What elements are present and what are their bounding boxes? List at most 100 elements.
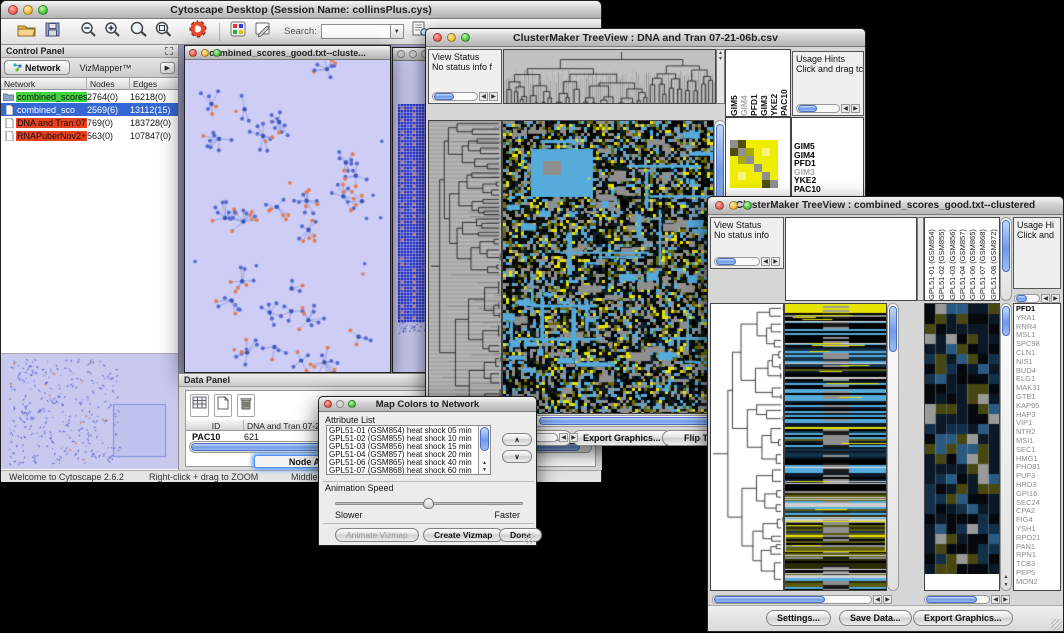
tv1-export-graphics-button[interactable]: Export Graphics... — [572, 430, 672, 446]
zoom-button[interactable] — [213, 49, 221, 57]
tv2-detail-heatmap[interactable] — [924, 303, 1000, 591]
matrix-cell — [746, 140, 754, 148]
search-dropdown-arrow[interactable]: ▼ — [391, 24, 404, 39]
minimize-button[interactable] — [201, 49, 209, 57]
tv2-heatmap-vscroll[interactable] — [887, 303, 899, 591]
attribute-list-label: Attribute List — [325, 415, 375, 425]
tv1-heatmap[interactable] — [502, 120, 714, 414]
tv2-resize-grip[interactable] — [1051, 619, 1062, 630]
matrix-cell — [754, 140, 762, 148]
tv1-hints-scrollbar[interactable]: ◀▶ — [796, 103, 860, 113]
network-overview-canvas[interactable] — [1, 354, 178, 470]
tv1-row-dendrogram[interactable] — [428, 120, 502, 414]
network-table-row[interactable]: DNA and Tran 07769(0)183728(0) — [1, 116, 178, 129]
matrix-cell — [730, 156, 738, 164]
zoom-button[interactable] — [38, 5, 48, 15]
tv2-column-labels: GPL51-01 (GSM854)GPL51-02 (GSM855)GPL51-… — [924, 217, 1000, 301]
network-name: combined_sco — [16, 105, 76, 115]
tv1-column-dendrogram[interactable] — [503, 49, 716, 104]
attribute-list-item[interactable]: GPL51-07 (GSM868) heat shock 60 min — [327, 467, 490, 475]
zoom-out-icon[interactable] — [80, 21, 97, 43]
tv2-heatmap[interactable] — [784, 303, 887, 591]
tv2-hints-scrollbar[interactable]: ◀▶ — [1014, 293, 1060, 303]
tv2-status-scrollbar[interactable]: ◀▶ — [714, 256, 780, 266]
tv2-export-graphics-button[interactable]: Export Graphics... — [913, 610, 1013, 626]
annotation-icon[interactable] — [255, 21, 272, 42]
network-table-row[interactable]: RNAPuberNov2+I563(0)107847(0) — [1, 129, 178, 142]
matrix-cell — [770, 156, 778, 164]
tv2-button-bar: Settings... Save Data... Export Graphics… — [708, 605, 1063, 631]
zoom-button[interactable] — [461, 33, 470, 42]
tv2-bottom-scrollbar-left[interactable]: ◀▶ — [712, 594, 892, 604]
tv2-column-dendrogram[interactable] — [785, 217, 917, 301]
zoom-button[interactable] — [348, 400, 356, 408]
tv2-save-data-button[interactable]: Save Data... — [839, 610, 912, 626]
close-button[interactable] — [8, 5, 18, 15]
network-overview-panel[interactable] — [1, 353, 178, 469]
matrix-cell — [770, 164, 778, 172]
float-panel-icon[interactable] — [165, 47, 173, 55]
tab-vizmapper[interactable]: VizMapper™ — [70, 60, 142, 75]
tab-network[interactable]: Network — [4, 60, 70, 75]
treeview2-titlebar[interactable]: ClusterMaker TreeView : combined_scores_… — [708, 197, 1063, 215]
matrix-cell — [770, 140, 778, 148]
control-panel-tabs: Network VizMapper™ ▶ — [1, 58, 178, 78]
vizmapper-icon[interactable] — [230, 21, 246, 42]
tv1-status-scrollbar[interactable]: ◀▶ — [432, 91, 498, 101]
help-icon[interactable] — [189, 20, 207, 43]
minimize-button[interactable] — [409, 50, 417, 58]
tv2-bottom-scrollbar-right[interactable]: ◀▶ — [924, 594, 1010, 604]
delete-attribute-icon[interactable] — [237, 394, 255, 417]
slider-thumb[interactable] — [423, 498, 434, 509]
tv1-usage-hints: Usage Hints Click and drag tc ◀▶ — [792, 51, 864, 116]
create-vizmap-button[interactable]: Create Vizmap — [423, 528, 503, 542]
zoom-fit-icon[interactable] — [154, 21, 172, 43]
col-network: Network — [1, 78, 87, 89]
folder-icon — [3, 92, 14, 101]
dialog-titlebar[interactable]: Map Colors to Network — [319, 397, 536, 412]
tv2-detail-vscroll[interactable]: ▲ ▼ — [1000, 303, 1012, 591]
network-table-row[interactable]: combined_scores2764(0)16218(0) — [1, 90, 178, 103]
main-titlebar[interactable]: Cytoscape Desktop (Session Name: collins… — [1, 1, 601, 19]
tv2-settings-button[interactable]: Settings... — [766, 610, 831, 626]
tabs-more-button[interactable]: ▶ — [160, 62, 175, 74]
move-down-button[interactable]: ∨ — [502, 450, 532, 463]
network-nodes: 769(0) — [87, 118, 130, 128]
attribute-list-vscroll[interactable]: ▲ ▼ — [478, 426, 490, 474]
close-button[interactable] — [397, 50, 405, 58]
tv2-collabel-vscroll[interactable] — [1000, 217, 1012, 301]
move-up-button[interactable]: ∧ — [502, 433, 532, 446]
minimize-button[interactable] — [23, 5, 33, 15]
control-panel-title: Control Panel — [6, 46, 65, 56]
data-col-id: ID — [186, 420, 244, 430]
close-button[interactable] — [433, 33, 442, 42]
minimize-button[interactable] — [336, 400, 344, 408]
close-button[interactable] — [324, 400, 332, 408]
zoom-selected-icon[interactable] — [129, 21, 148, 43]
attribute-listbox[interactable]: GPL51-01 (GSM854) heat shock 05 minGPL51… — [326, 425, 491, 475]
tv1-similarity-matrix[interactable] — [730, 140, 778, 188]
zoom-button[interactable] — [743, 201, 752, 210]
minimize-button[interactable] — [447, 33, 456, 42]
network-window-1: combined_scores_good.txt--cluste... — [184, 45, 391, 373]
matrix-cell — [746, 180, 754, 188]
done-button[interactable]: Done — [499, 528, 542, 542]
network-nodes: 2764(0) — [87, 92, 130, 102]
matrix-cell — [746, 172, 754, 180]
zoom-in-icon[interactable] — [104, 21, 121, 43]
search-input[interactable] — [321, 24, 391, 39]
close-button[interactable] — [189, 49, 197, 57]
treeview1-titlebar[interactable]: ClusterMaker TreeView : DNA and Tran 07-… — [426, 29, 865, 47]
dialog-resize-grip[interactable] — [524, 533, 535, 544]
tv2-row-dendrogram[interactable] — [710, 303, 784, 591]
network-table-row[interactable]: combined_sco2569(6)13112(15) — [1, 103, 178, 116]
table-view-icon[interactable] — [190, 394, 209, 417]
new-attribute-icon[interactable] — [214, 394, 232, 417]
close-button[interactable] — [715, 201, 724, 210]
animation-speed-slider[interactable] — [335, 498, 523, 508]
matrix-cell — [754, 148, 762, 156]
network-view-1-canvas[interactable] — [185, 60, 390, 372]
save-session-icon[interactable] — [45, 22, 60, 42]
open-session-icon[interactable] — [17, 22, 36, 42]
minimize-button[interactable] — [729, 201, 738, 210]
